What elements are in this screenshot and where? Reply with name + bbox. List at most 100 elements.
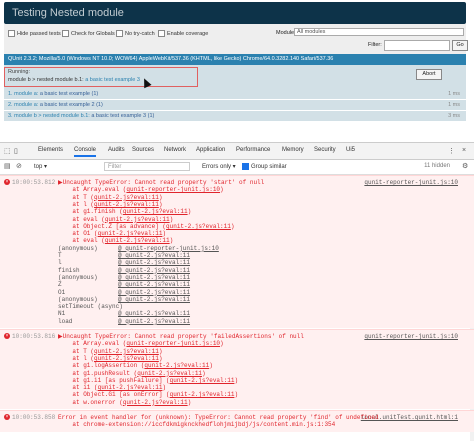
- stack-link[interactable]: qunit-reporter-junit.js:10: [126, 340, 220, 347]
- gear-icon[interactable]: ⚙: [462, 162, 468, 170]
- check-globals-checkbox[interactable]: Check for Globals: [62, 30, 115, 37]
- async-frame-link[interactable]: @ qunit-2.js?eval:11: [118, 274, 190, 281]
- checkbox-box[interactable]: [8, 30, 15, 37]
- stack-link[interactable]: qunit-2.js?eval:11: [123, 399, 188, 406]
- stack-link[interactable]: qunit-2.js?eval:11: [94, 355, 159, 362]
- sidebar-toggle-icon[interactable]: ▤: [4, 162, 11, 170]
- group-similar-toggle[interactable]: Group similar: [242, 163, 287, 170]
- checkbox-box[interactable]: [62, 30, 69, 37]
- tab-ui5[interactable]: Ui5: [346, 147, 355, 153]
- stack-link[interactable]: qunit-2.js?eval:11: [123, 208, 188, 215]
- error-icon: ×: [4, 414, 10, 420]
- async-frame-name: O1: [58, 288, 66, 296]
- qunit-toolbar: Hide passed tests Check for Globals No t…: [4, 24, 468, 55]
- test-name: a basic test example 3: [91, 113, 148, 119]
- async-frame-link[interactable]: @ qunit-reporter-junit.js:10: [118, 245, 219, 252]
- clear-icon[interactable]: ⊘: [16, 162, 22, 170]
- stack-text: at g1.pushResult (: [58, 369, 138, 377]
- console-error-message: × 10:00:53.812 qunit-reporter-junit.js:10 ▶…: [0, 175, 474, 328]
- stack-text: at w.onerror (: [58, 398, 123, 406]
- checkbox-box[interactable]: [158, 30, 165, 37]
- source-link[interactable]: qunit-reporter-junit.js:10: [364, 179, 458, 186]
- stack-text: Error in event handler for (unknown): Ty…: [58, 414, 379, 421]
- test-row[interactable]: 1. module a: a basic test example (1) 1 m…: [4, 89, 466, 100]
- async-frame-link[interactable]: @ qunit-2.js?eval:11: [118, 296, 190, 303]
- stack-text: ▶Uncaught TypeError: Cannot read propert…: [58, 333, 304, 340]
- tab-memory[interactable]: Memory: [282, 147, 304, 153]
- stack-frame: at O1 (qunit-2.js?eval:11): [58, 230, 166, 237]
- gear-icon[interactable]: ⋮: [448, 147, 455, 155]
- close-icon[interactable]: ×: [462, 147, 466, 154]
- enable-coverage-checkbox[interactable]: Enable coverage: [158, 30, 208, 37]
- stack-link[interactable]: qunit-2.js?eval:11: [105, 237, 170, 244]
- test-name: a basic test example: [39, 91, 92, 97]
- async-frame-name: (anonymous): [58, 295, 98, 303]
- inspect-icon[interactable]: ⬚: [4, 147, 11, 155]
- stack-text: ): [209, 362, 213, 370]
- stack-link[interactable]: qunit-2.js?eval:11: [137, 370, 202, 377]
- stack-text: ): [158, 200, 163, 208]
- module-select[interactable]: All modules: [294, 28, 464, 36]
- stack-frame: at Array.eval (qunit-reporter-junit.js:1…: [58, 340, 223, 347]
- console-error-message: × 10:00:53.858 local.unitTest.qunit.html:1…: [0, 410, 474, 432]
- test-row[interactable]: 3. module b > nested module b.1: a basic…: [4, 111, 466, 122]
- enable-coverage-label: Enable coverage: [167, 30, 209, 37]
- context-select[interactable]: top ▾: [34, 163, 94, 171]
- running-status: Running: module b > nested module b.1: a…: [4, 65, 466, 89]
- stack-frame: at eval (qunit-2.js?eval:11): [58, 237, 173, 244]
- stack-link[interactable]: qunit-2.js?eval:11: [170, 391, 235, 398]
- stack-text: ): [158, 347, 163, 355]
- async-frame-link[interactable]: @ qunit-2.js?eval:11: [118, 267, 190, 274]
- async-frame-link[interactable]: @ qunit-2.js?eval:11: [118, 259, 190, 266]
- tab-sources[interactable]: Sources: [132, 147, 154, 153]
- stack-link[interactable]: qunit-2.js?eval:11: [98, 384, 163, 391]
- stack-link[interactable]: qunit-2.js?eval:11: [98, 230, 163, 237]
- stack-link[interactable]: qunit-2.js?eval:11: [170, 377, 235, 384]
- stack-text: at eval (: [58, 215, 105, 223]
- tab-audits[interactable]: Audits: [108, 147, 125, 153]
- tab-security[interactable]: Security: [314, 147, 336, 153]
- no-try-catch-checkbox[interactable]: No try-catch: [116, 30, 155, 37]
- console-filter-input[interactable]: Filter: [104, 162, 190, 171]
- async-frame-link[interactable]: @ qunit-2.js?eval:11: [118, 318, 190, 325]
- tab-application[interactable]: Application: [196, 147, 225, 153]
- checkbox-box[interactable]: [116, 30, 123, 37]
- filter-label: Filter:: [368, 42, 382, 48]
- async-frame-link[interactable]: @ qunit-2.js?eval:11: [118, 310, 190, 317]
- stack-frame: at Object.Z [as advance] (qunit-2.js?eva…: [58, 223, 234, 230]
- hide-passed-checkbox[interactable]: Hide passed tests: [8, 30, 61, 37]
- group-similar-checkbox[interactable]: [242, 163, 249, 170]
- filter-input[interactable]: [384, 40, 450, 51]
- running-test: module b > nested module b.1: a basic te…: [8, 77, 140, 83]
- test-module: module b > nested module b.1:: [14, 113, 92, 119]
- go-button[interactable]: Go: [452, 40, 468, 51]
- test-row[interactable]: 2. module a: a basic test example 2 (1) 1…: [4, 100, 466, 111]
- test-module: module a:: [14, 91, 40, 97]
- stack-link[interactable]: qunit-reporter-junit.js:10: [126, 186, 220, 193]
- test-time: 3 ms: [448, 113, 460, 119]
- async-frame-link[interactable]: @ qunit-2.js?eval:11: [118, 281, 190, 288]
- stack-link[interactable]: qunit-2.js?eval:11: [94, 201, 159, 208]
- device-icon[interactable]: ▯: [14, 147, 18, 155]
- stack-link[interactable]: qunit-2.js?eval:11: [105, 216, 170, 223]
- error-message: ▶Uncaught TypeError: Cannot read propert…: [58, 179, 264, 186]
- stack-link[interactable]: qunit-2.js?eval:11: [94, 194, 159, 201]
- levels-dropdown[interactable]: Errors only ▾: [202, 163, 236, 170]
- stack-text: ): [187, 398, 192, 406]
- stack-frame: at g1.i1 [as pushFailure] (qunit-2.js?ev…: [58, 377, 238, 384]
- error-message: ▶Uncaught TypeError: Cannot read propert…: [58, 333, 304, 340]
- async-frame-name: (anonymous): [58, 273, 98, 281]
- async-frame-link[interactable]: @ qunit-2.js?eval:11: [118, 252, 190, 259]
- tab-performance[interactable]: Performance: [236, 147, 270, 153]
- async-frame-link[interactable]: @ qunit-2.js?eval:11: [118, 289, 190, 296]
- tab-console[interactable]: Console: [74, 147, 97, 157]
- console-output: × 10:00:53.812 qunit-reporter-junit.js:10 ▶…: [0, 175, 474, 441]
- tab-elements[interactable]: Elements: [38, 147, 63, 153]
- source-link[interactable]: qunit-reporter-junit.js:10: [364, 333, 458, 340]
- stack-link[interactable]: qunit-2.js?eval:11: [94, 348, 159, 355]
- tab-network[interactable]: Network: [164, 147, 186, 153]
- abort-button[interactable]: Abort: [416, 69, 442, 80]
- stack-link[interactable]: qunit-2.js?eval:11: [144, 362, 209, 369]
- stack-link[interactable]: qunit-2.js?eval:11: [166, 223, 231, 230]
- stack-frame: at T (qunit-2.js?eval:11): [58, 348, 162, 355]
